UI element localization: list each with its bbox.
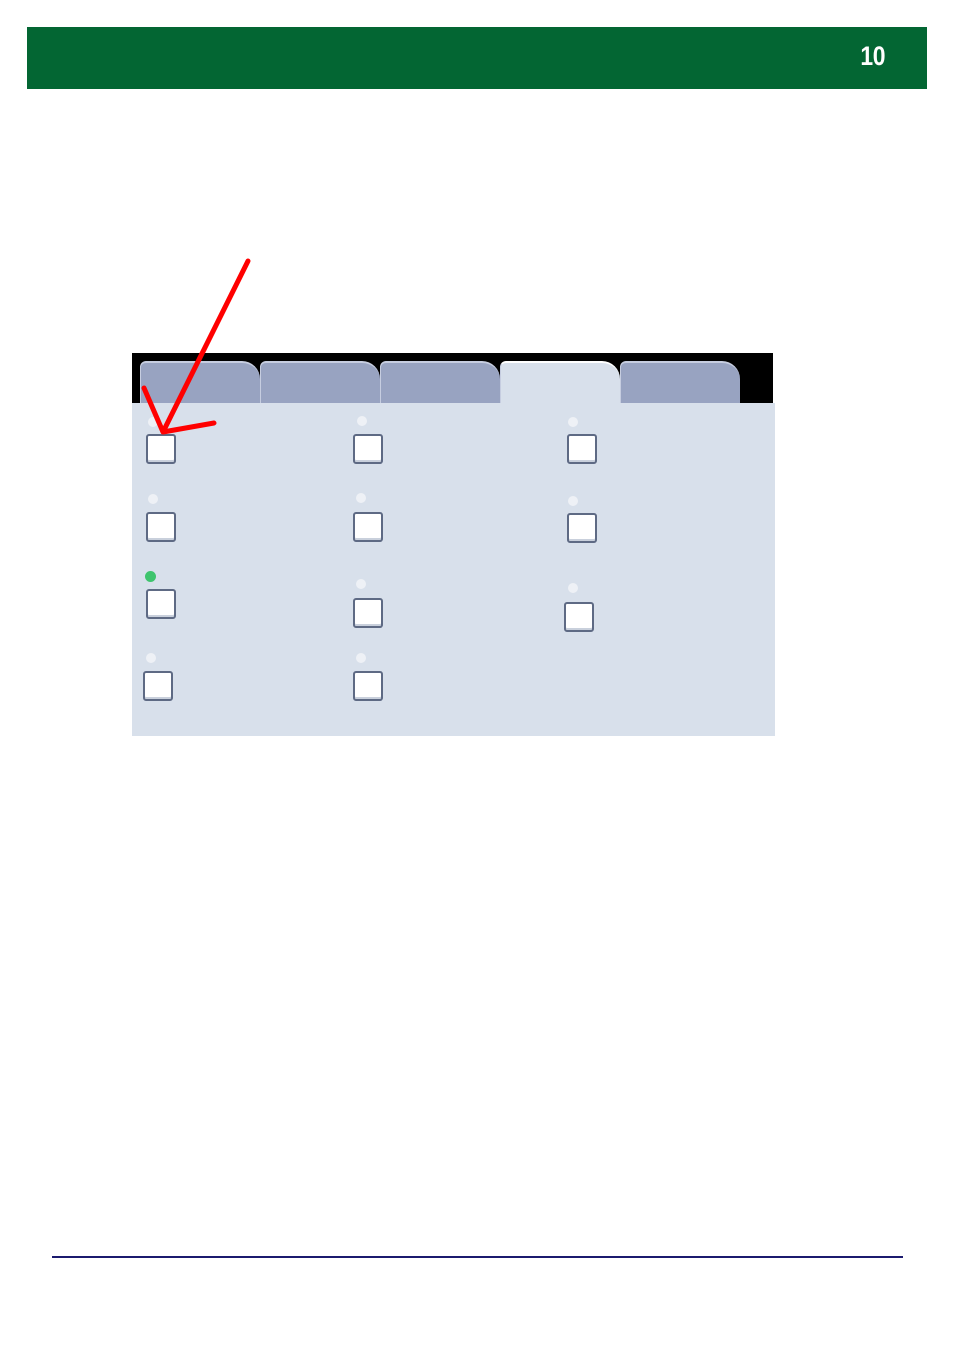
status-indicator-off <box>146 653 156 663</box>
tab-strip <box>132 353 773 405</box>
checkbox[interactable] <box>564 602 594 632</box>
checkbox[interactable] <box>146 512 176 542</box>
status-indicator-on <box>145 571 156 582</box>
options-panel <box>132 403 775 736</box>
checkbox[interactable] <box>567 513 597 543</box>
checkbox[interactable] <box>146 434 176 464</box>
page-number: 10 <box>860 41 885 71</box>
status-indicator-off <box>148 494 158 504</box>
tab-2[interactable] <box>260 361 380 405</box>
status-indicator-off <box>357 416 367 426</box>
status-indicator-off <box>148 417 158 427</box>
tab-3[interactable] <box>380 361 500 405</box>
header-bar: 10 <box>27 27 927 89</box>
status-indicator-off <box>568 417 578 427</box>
status-indicator-off <box>356 653 366 663</box>
status-indicator-off <box>568 496 578 506</box>
tab-5[interactable] <box>620 361 740 405</box>
checkbox[interactable] <box>353 512 383 542</box>
footer-rule <box>52 1256 903 1258</box>
checkbox[interactable] <box>353 671 383 701</box>
status-indicator-off <box>356 493 366 503</box>
device-screen <box>132 353 775 736</box>
checkbox[interactable] <box>143 671 173 701</box>
tab-1[interactable] <box>140 361 260 405</box>
status-indicator-off <box>568 583 578 593</box>
tab-4-active[interactable] <box>500 361 620 405</box>
checkbox[interactable] <box>567 434 597 464</box>
status-indicator-off <box>356 579 366 589</box>
checkbox[interactable] <box>353 434 383 464</box>
checkbox[interactable] <box>146 589 176 619</box>
checkbox[interactable] <box>353 598 383 628</box>
